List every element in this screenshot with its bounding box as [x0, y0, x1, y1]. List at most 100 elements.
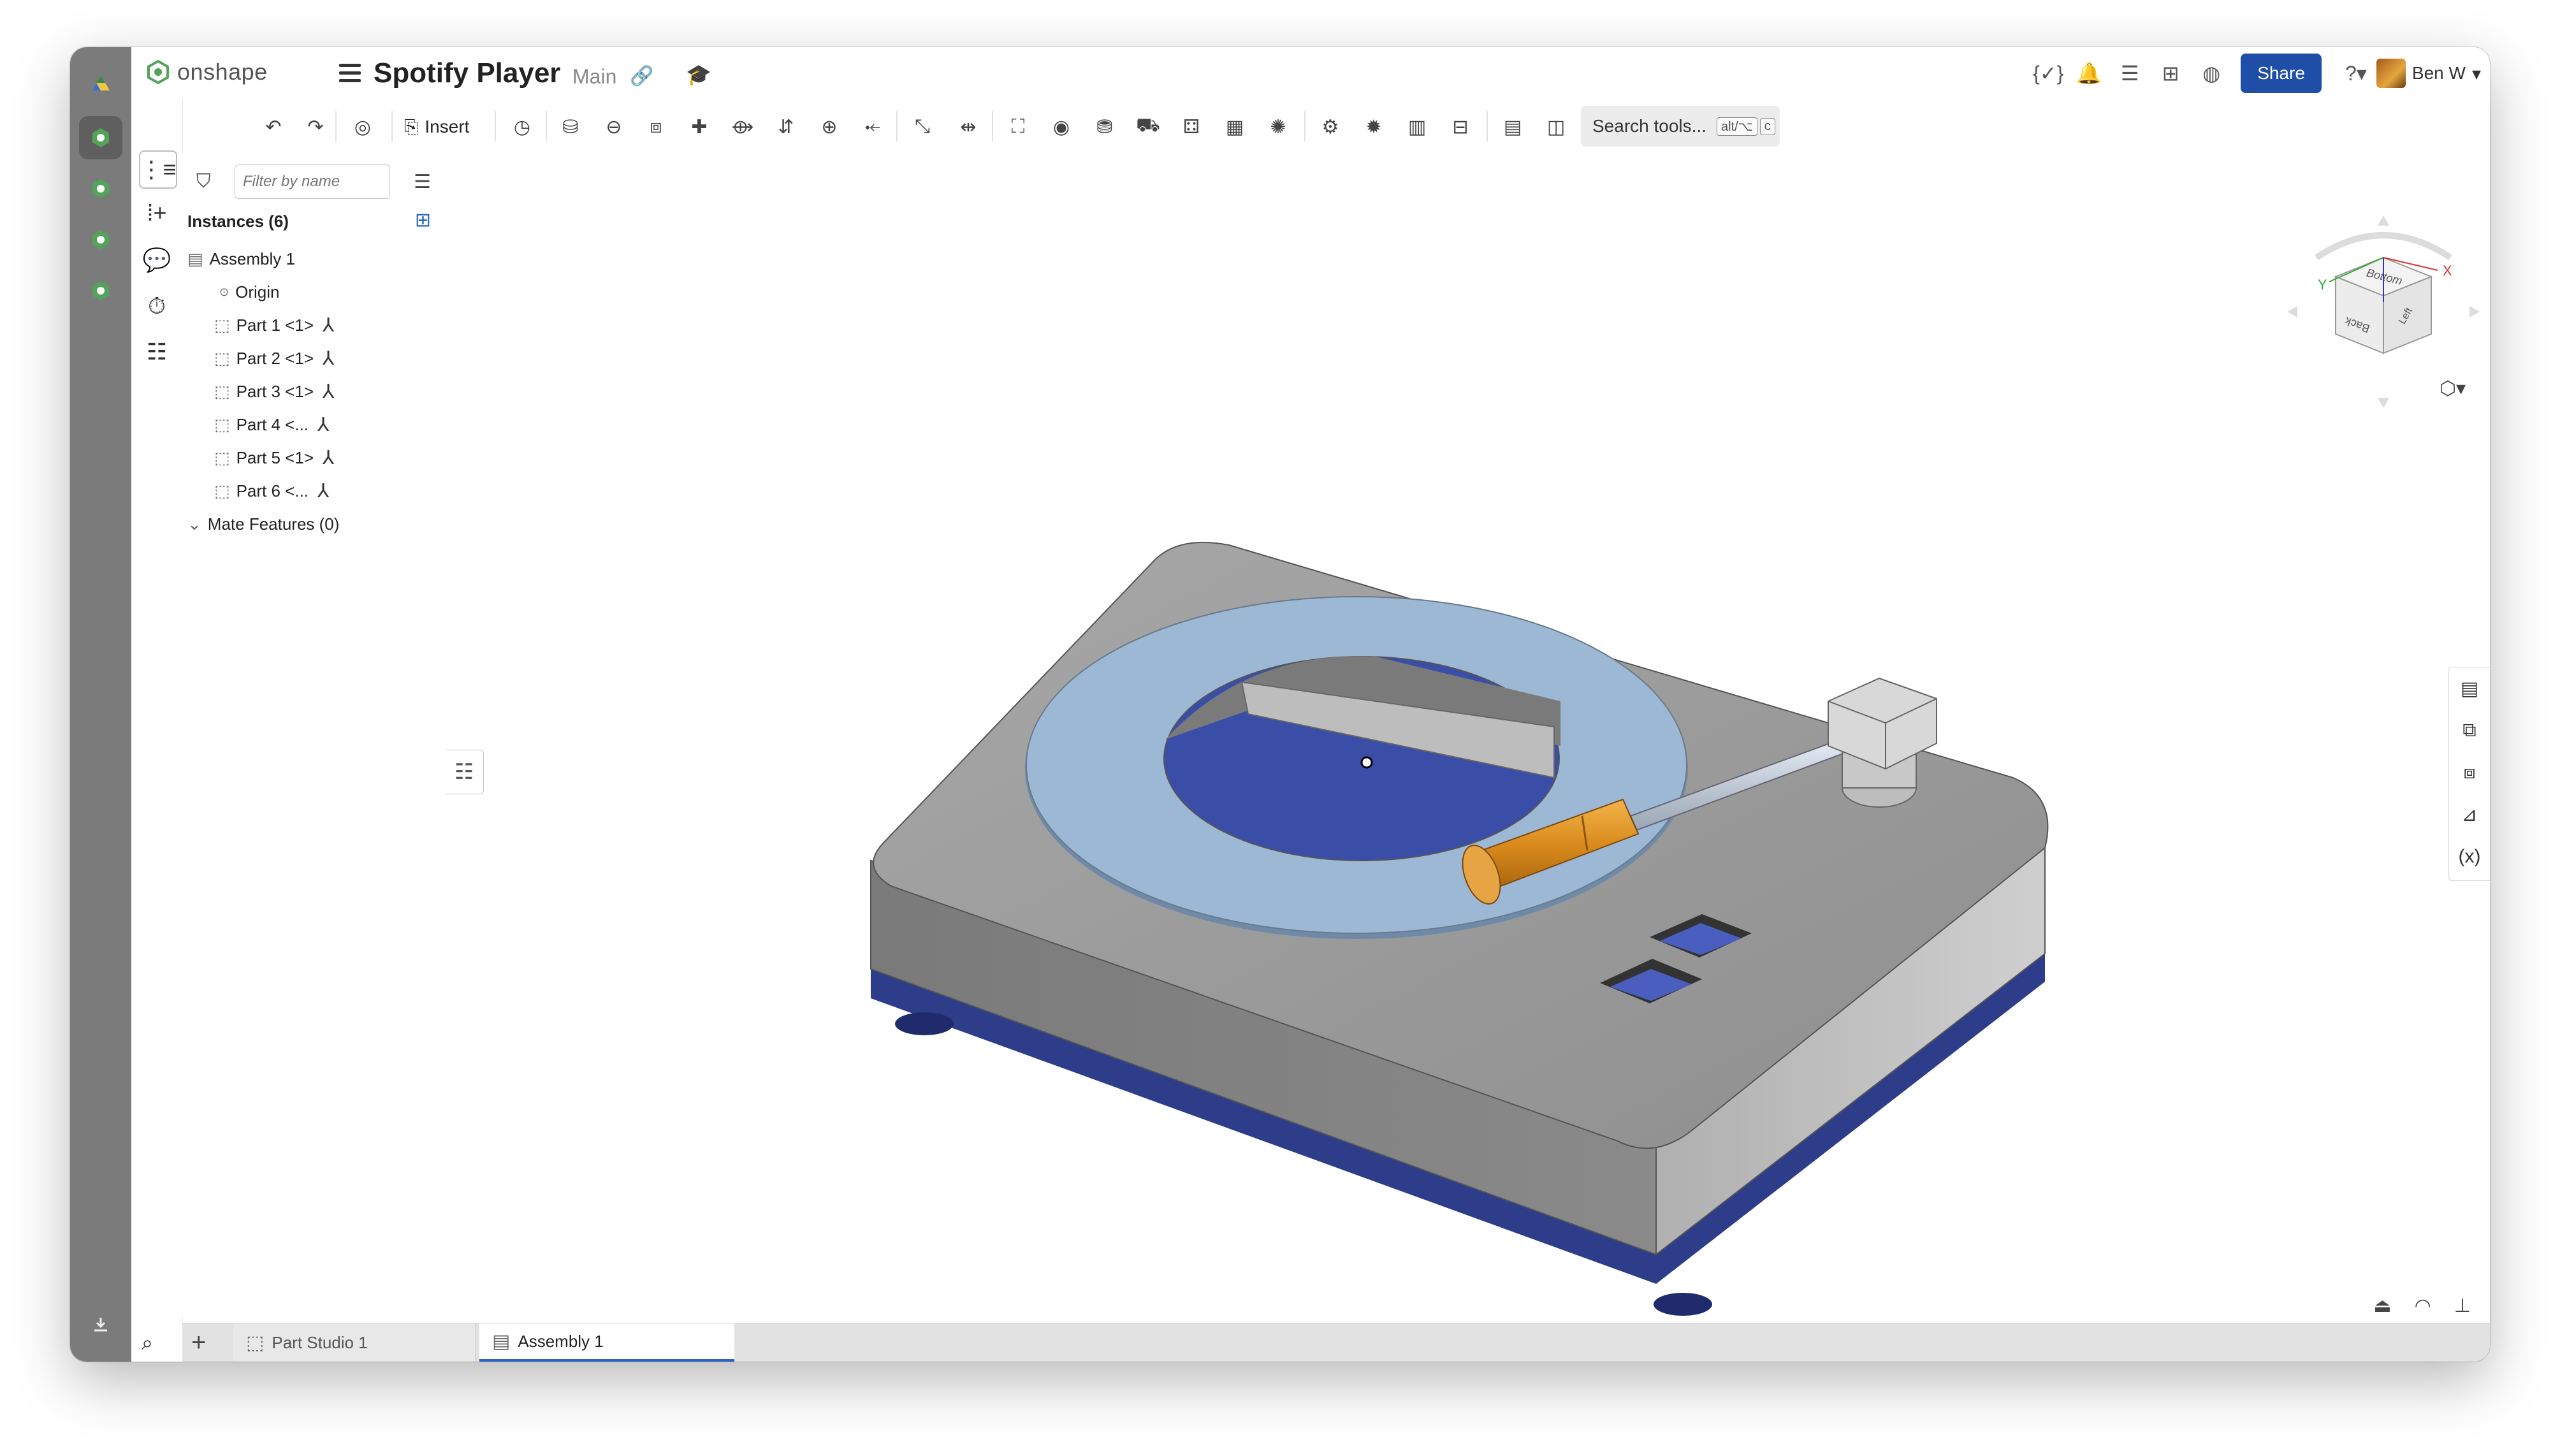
measure-icon[interactable]: ⊟ [1446, 112, 1475, 142]
tree-item-origin[interactable]: ⊙ Origin [182, 275, 445, 309]
user-name: Ben W [2411, 63, 2466, 83]
fastened-mate-icon[interactable]: ⛁ [556, 112, 585, 142]
tree-item-assembly[interactable]: ▤ Assembly 1 [182, 242, 445, 275]
notes-icon[interactable]: ☰ [2109, 61, 2150, 85]
tree-item-part[interactable]: ⬚ Part 5 <1> ⅄ [182, 441, 445, 474]
search-tabs-icon[interactable]: ⌕ [142, 1331, 153, 1355]
bom-icon[interactable]: ▤ [1498, 112, 1527, 142]
mass-properties-icon[interactable]: ⧈ [2449, 752, 2490, 794]
app-drive-icon[interactable] [79, 62, 122, 106]
document-title[interactable]: Spotify Player [374, 57, 560, 89]
camera-icon[interactable]: ⏏ [2373, 1295, 2391, 1317]
filter-icon[interactable]: ⛉ [196, 171, 211, 193]
hamburger-menu-icon[interactable] [339, 64, 361, 83]
mate-connector-add-icon[interactable]: ⁞+ [139, 195, 175, 231]
slider-mate-icon[interactable]: ⧈ [641, 112, 671, 142]
properties-panel-icon[interactable]: ▤ [2449, 667, 2490, 710]
cylindrical-mate-icon[interactable]: ⟴ [728, 112, 757, 142]
width-mate-icon[interactable]: ⇹ [954, 112, 983, 142]
tab-assembly[interactable]: ▤ Assembly 1 [479, 1323, 734, 1362]
view-options-icon[interactable]: ⬡▾ [2440, 377, 2466, 400]
onshape-logo-icon [147, 59, 169, 85]
app-store-icon[interactable]: ⊞ [2150, 61, 2191, 85]
variable-icon[interactable]: {✓} [2028, 61, 2069, 85]
redo-icon[interactable]: ↷ [301, 112, 330, 142]
configurations-icon[interactable]: ◎ [348, 112, 377, 142]
sketch-plane-icon[interactable]: ⊥ [2454, 1295, 2471, 1317]
rotate-up-icon[interactable] [2378, 215, 2389, 226]
screw-relation-icon[interactable]: ⚃ [1177, 112, 1206, 142]
planar-mate-icon[interactable]: ✚ [685, 112, 714, 142]
axis-y-label: Y [2318, 277, 2327, 293]
add-folder-icon[interactable]: ⊞ [415, 209, 431, 231]
tangent-mate-icon[interactable]: ⤡ [908, 112, 937, 142]
tree-item-part[interactable]: ⬚ Part 4 <... ⅄ [182, 408, 445, 441]
tab-part-studio[interactable]: ⬚ Part Studio 1 [233, 1323, 476, 1362]
document-workspace-icon-1[interactable] [79, 116, 122, 159]
section-view-icon[interactable]: ▥ [1402, 112, 1432, 142]
gear-relation-icon[interactable]: ⛃ [1090, 112, 1119, 142]
notification-bell-icon[interactable]: 🔔 [2069, 61, 2109, 85]
mate-status-icon: ⅄ [323, 347, 335, 369]
tree-item-part[interactable]: ⬚ Part 3 <1> ⅄ [182, 375, 445, 408]
tree-item-part[interactable]: ⬚ Part 6 <... ⅄ [182, 474, 445, 507]
variable-table-icon[interactable]: (x) [2449, 836, 2490, 878]
document-workspace-icon-2[interactable] [79, 167, 122, 210]
branch-name[interactable]: Main [572, 65, 616, 89]
link-icon[interactable]: 🔗 [630, 65, 653, 87]
mate-status-icon: ⅄ [323, 314, 335, 336]
circular-pattern-icon[interactable]: ✺ [1263, 112, 1293, 142]
user-menu[interactable]: Ben W ▾ [2376, 59, 2481, 88]
avatar [2376, 59, 2406, 88]
configuration-panel-icon[interactable]: ⊿ [2449, 794, 2490, 836]
help-icon[interactable]: ?▾ [2336, 61, 2376, 85]
tree-item-part[interactable]: ⬚ Part 2 <1> ⅄ [182, 342, 445, 375]
shortcut-key-c: c [1759, 117, 1775, 135]
rack-pinion-icon[interactable]: ⛟ [1133, 112, 1163, 142]
top-right-controls: {✓} 🔔 ☰ ⊞ ◍ Share ?▾ Ben W ▾ [2028, 47, 2490, 99]
rotate-down-icon[interactable] [2378, 398, 2389, 408]
left-app-strip [70, 47, 131, 1362]
feature-list-icon[interactable]: ⋮≡ [139, 150, 177, 189]
undo-icon[interactable]: ↶ [259, 112, 288, 142]
list-view-icon[interactable]: ☰ [414, 171, 431, 193]
share-button[interactable]: Share [2241, 54, 2322, 93]
turntable-model[interactable] [445, 153, 2490, 1323]
pin-slot-mate-icon[interactable]: ⇵ [771, 112, 801, 142]
search-tools-button[interactable]: Search tools... alt/⌥ c [1581, 106, 1780, 147]
bill-of-materials-icon[interactable]: ☷ [139, 334, 175, 370]
explode-icon[interactable]: ✹ [1359, 112, 1388, 142]
chevron-down-icon: ▾ [2471, 63, 2481, 84]
mate-connector-icon[interactable]: ◉ [1047, 112, 1076, 142]
graduation-cap-icon[interactable]: 🎓 [686, 62, 711, 87]
3d-viewport[interactable]: ☷ Bottom Back Left X Y ⬡▾ ▤ ⧉ ⧈ ⊿ (x) ⏏ … [445, 153, 2490, 1323]
ball-mate-icon[interactable]: ⊕ [815, 112, 844, 142]
filter-input[interactable] [235, 164, 390, 199]
globe-icon[interactable]: ◍ [2191, 61, 2232, 85]
add-tab-icon[interactable]: + [191, 1329, 206, 1357]
settings-gear-icon[interactable]: ⚙ [1316, 112, 1345, 142]
download-icon[interactable] [79, 1303, 122, 1346]
platter[interactable] [1025, 596, 1688, 939]
replicate-icon[interactable]: ◷ [507, 112, 537, 142]
revolute-mate-icon[interactable]: ⊖ [599, 112, 629, 142]
perspective-icon[interactable]: ◠ [2415, 1295, 2431, 1317]
document-workspace-icon-3[interactable] [79, 218, 122, 261]
insert-button[interactable]: ⎘ Insert [404, 112, 469, 142]
tree-item-mate-features[interactable]: ⌄ Mate Features (0) [182, 507, 445, 541]
rotate-right-icon[interactable] [2469, 306, 2480, 317]
tab-bar: + ⬚ Part Studio 1 ▤ Assembly 1 [182, 1323, 2490, 1362]
top-bar: onshape Spotify Player Main 🔗 🎓 {✓} 🔔 ☰ … [131, 47, 2490, 100]
view-controls: ⏏ ◠ ⊥ [2373, 1295, 2471, 1317]
animation-timer-icon[interactable]: ⏱ [139, 288, 175, 324]
document-workspace-icon-4[interactable] [79, 269, 122, 312]
properties-icon[interactable]: ◫ [1541, 112, 1571, 142]
tree-item-part[interactable]: ⬚ Part 1 <1> ⅄ [182, 309, 445, 342]
linear-pattern-icon[interactable]: ▦ [1220, 112, 1249, 142]
parallel-mate-icon[interactable]: ⤝ [858, 112, 887, 142]
onshape-logo[interactable]: onshape [145, 59, 268, 85]
rotate-left-icon[interactable] [2287, 306, 2297, 317]
appearance-panel-icon[interactable]: ⧉ [2449, 710, 2490, 752]
comments-icon[interactable]: 💬 [139, 242, 175, 278]
group-icon[interactable]: ⛶ [1003, 112, 1033, 142]
